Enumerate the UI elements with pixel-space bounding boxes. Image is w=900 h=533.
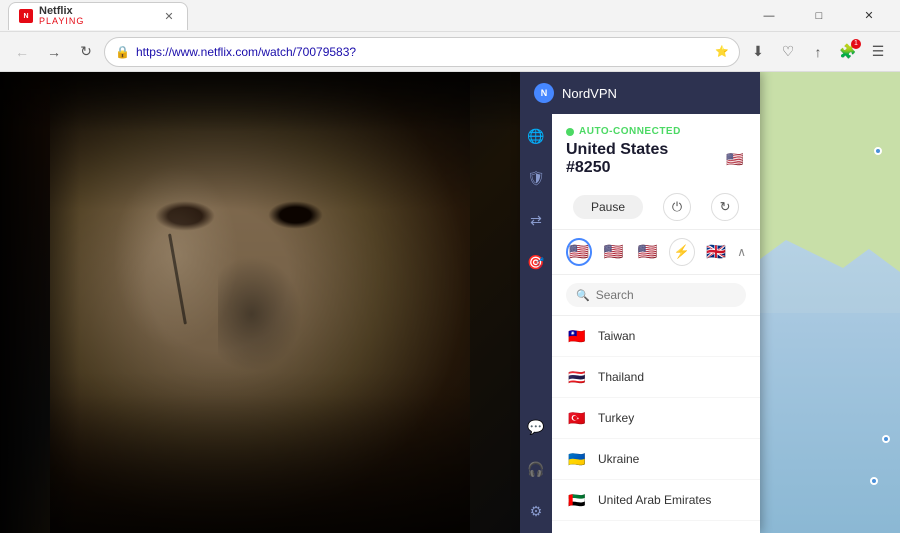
country-item[interactable]: 🇹🇷 Turkey	[552, 398, 760, 439]
country-flag: 🇹🇭	[566, 366, 588, 388]
tab-close-button[interactable]: ✕	[161, 8, 177, 24]
maximize-button[interactable]: □	[796, 0, 842, 32]
close-button[interactable]: ✕	[846, 0, 892, 32]
power-button[interactable]: ⏻	[663, 193, 691, 221]
country-flag: 🇹🇼	[566, 325, 588, 347]
country-item[interactable]: 🇹🇼 Taiwan	[552, 316, 760, 357]
url-display: https://www.netflix.com/watch/70079583?	[136, 45, 709, 59]
extensions-icon[interactable]: 🧩 1	[834, 38, 862, 66]
collapse-button[interactable]: ∧	[737, 245, 746, 259]
quick-flag-gb[interactable]: 🇬🇧	[703, 238, 729, 266]
country-name: United Arab Emirates	[598, 493, 711, 507]
tab-favicon: N	[19, 9, 33, 23]
back-button[interactable]: ←	[8, 38, 36, 66]
country-name: Thailand	[598, 370, 644, 384]
sidebar-headset-icon[interactable]: 🎧	[524, 457, 548, 481]
auto-connected-label: AUTO-CONNECTED	[579, 126, 681, 137]
nordvpn-title: NordVPN	[562, 86, 617, 101]
connection-status: AUTO-CONNECTED United States #8250 🇺🇸	[552, 114, 760, 185]
search-input[interactable]	[596, 288, 751, 302]
country-name: Taiwan	[598, 329, 635, 343]
share-icon[interactable]: ↑	[804, 38, 832, 66]
favorites-icon[interactable]: ♡	[774, 38, 802, 66]
quick-connect-bar: 🇺🇸 🇺🇸 🇺🇸 ⚡ 🇬🇧 ∧	[552, 230, 760, 275]
sidebar-transfer-icon[interactable]: ⇄	[524, 208, 548, 232]
toolbar-actions: ⬇ ♡ ↑ 🧩 1 ☰	[744, 38, 892, 66]
video-area	[0, 72, 520, 533]
window-controls: — □ ✕	[746, 0, 892, 32]
refresh-button[interactable]: ↻	[711, 193, 739, 221]
browser-titlebar: N Netflix PLAYING ✕ — □ ✕	[0, 0, 900, 32]
nordvpn-logo: N	[534, 83, 554, 103]
country-item[interactable]: 🇺🇦 Ukraine	[552, 439, 760, 480]
browser-toolbar: ← → ↻ 🔒 https://www.netflix.com/watch/70…	[0, 32, 900, 72]
pause-button[interactable]: Pause	[573, 195, 643, 219]
action-buttons: Pause ⏻ ↻	[552, 185, 760, 230]
country-flag: 🇺🇦	[566, 448, 588, 470]
browser-tab[interactable]: N Netflix PLAYING ✕	[8, 2, 188, 30]
forward-button[interactable]: →	[40, 38, 68, 66]
quick-flag-us-2[interactable]: 🇺🇸	[600, 238, 626, 266]
server-flag: 🇺🇸	[724, 148, 746, 170]
search-bar: 🔍	[552, 275, 760, 316]
search-icon: 🔍	[576, 289, 590, 302]
country-name: Ukraine	[598, 452, 639, 466]
sidebar-chat-icon[interactable]: 💬	[524, 415, 548, 439]
auto-connected-badge: AUTO-CONNECTED	[566, 126, 746, 137]
country-list: 🇹🇼 Taiwan 🇹🇭 Thailand 🇹🇷 Turkey 🇺🇦 Ukrai…	[552, 316, 760, 533]
address-bar[interactable]: 🔒 https://www.netflix.com/watch/70079583…	[104, 37, 740, 67]
joker-face	[50, 72, 470, 533]
video-background	[0, 72, 520, 533]
minimize-button[interactable]: —	[746, 0, 792, 32]
search-input-wrapper: 🔍	[566, 283, 746, 307]
reload-button[interactable]: ↻	[72, 38, 100, 66]
sidebar-settings-icon[interactable]: ⚙	[524, 499, 548, 523]
server-name: United States #8250 🇺🇸	[566, 141, 746, 177]
tab-subtitle: PLAYING	[39, 17, 84, 27]
lightning-button[interactable]: ⚡	[669, 238, 695, 266]
country-flag: 🇦🇪	[566, 489, 588, 511]
main-content: 🌲 🌲 🌐 🛡 ⇄ 🎯 💬 🎧 ⚙ N Nord	[0, 72, 900, 533]
country-item[interactable]: 🇹🇭 Thailand	[552, 357, 760, 398]
country-name: Turkey	[598, 411, 634, 425]
status-indicator	[566, 128, 574, 136]
sidebar-target-icon[interactable]: 🎯	[524, 250, 548, 274]
nordvpn-panel: N NordVPN AUTO-CONNECTED United States #…	[520, 72, 760, 533]
menu-icon[interactable]: ☰	[864, 38, 892, 66]
nordvpn-sidebar: 🌐 🛡 ⇄ 🎯 💬 🎧 ⚙	[520, 114, 552, 533]
nordvpn-content: AUTO-CONNECTED United States #8250 🇺🇸 Pa…	[552, 114, 760, 533]
sidebar-shield-icon[interactable]: 🛡	[524, 166, 548, 190]
downloads-icon[interactable]: ⬇	[744, 38, 772, 66]
country-item[interactable]: 🇬🇧 United Kingdom	[552, 521, 760, 533]
nordvpn-header: N NordVPN	[520, 72, 760, 114]
sidebar-globe-icon[interactable]: 🌐	[524, 124, 548, 148]
quick-flag-us-3[interactable]: 🇺🇸	[635, 238, 661, 266]
country-item[interactable]: 🇦🇪 United Arab Emirates	[552, 480, 760, 521]
quick-flag-us-1[interactable]: 🇺🇸	[566, 238, 592, 266]
country-flag: 🇹🇷	[566, 407, 588, 429]
